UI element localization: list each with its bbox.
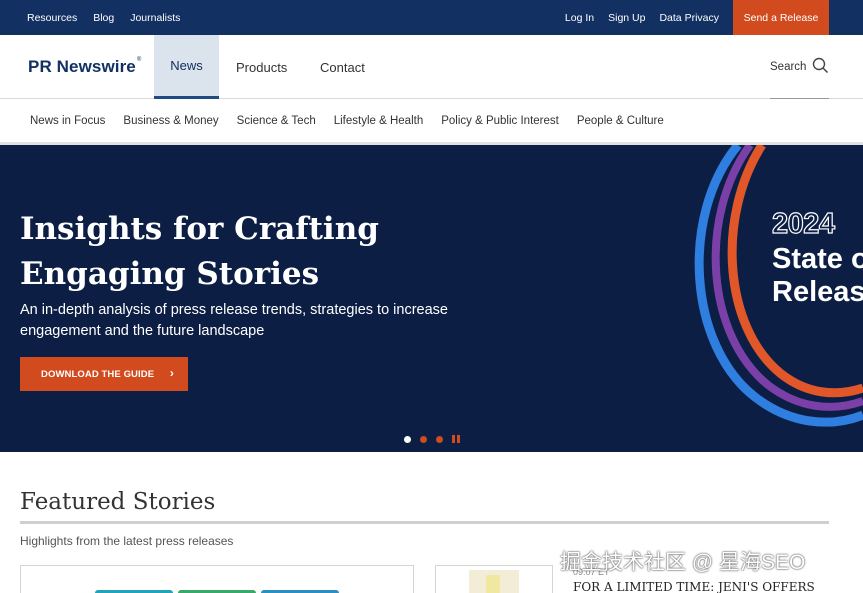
- send-release-button[interactable]: Send a Release: [733, 0, 829, 35]
- download-guide-button[interactable]: DOWNLOAD THE GUIDE ›: [20, 357, 188, 391]
- utility-right-links: Log In Sign Up Data Privacy Send a Relea…: [565, 0, 829, 35]
- featured-card-main[interactable]: [20, 565, 414, 593]
- carousel-dot-2[interactable]: [420, 435, 427, 443]
- search-button[interactable]: Search: [770, 35, 829, 99]
- log-in-link[interactable]: Log In: [565, 12, 594, 24]
- watermark-text: 掘金技术社区 @ 星海SEO: [560, 551, 806, 574]
- category-business-money[interactable]: Business & Money: [123, 115, 218, 127]
- featured-card-side[interactable]: [435, 565, 553, 593]
- category-science-tech[interactable]: Science & Tech: [237, 115, 316, 127]
- hero-subtitle: An in-depth analysis of press release tr…: [20, 302, 448, 339]
- hero-title: Insights for Crafting Engaging Stories: [20, 211, 379, 292]
- logo-text: PR Newswire: [28, 57, 136, 76]
- category-bar: News in Focus Business & Money Science &…: [0, 100, 863, 145]
- category-lifestyle-health[interactable]: Lifestyle & Health: [334, 115, 424, 127]
- carousel-dot-1[interactable]: [404, 435, 411, 443]
- category-people-culture[interactable]: People & Culture: [577, 115, 664, 127]
- featured-subtitle: Highlights from the latest press release…: [20, 534, 234, 548]
- search-icon: [812, 57, 829, 77]
- utility-bar: Resources Blog Journalists Log In Sign U…: [0, 0, 863, 35]
- tab-products[interactable]: Products: [236, 35, 287, 99]
- data-privacy-link[interactable]: Data Privacy: [659, 12, 719, 24]
- utility-left-links: Resources Blog Journalists: [27, 0, 180, 35]
- search-label: Search: [770, 60, 807, 73]
- graphic-title: State of Releases: [772, 243, 863, 309]
- graphic-title-line-2: Releases: [772, 276, 863, 308]
- logo-registered-mark: ®: [136, 57, 142, 63]
- tab-contact[interactable]: Contact: [320, 35, 365, 99]
- featured-divider: [20, 521, 829, 524]
- pause-icon[interactable]: [452, 435, 460, 443]
- story-thumbnail: [469, 570, 519, 593]
- resources-link[interactable]: Resources: [27, 12, 77, 24]
- chevron-right-icon: ›: [169, 366, 174, 380]
- download-guide-label: DOWNLOAD THE GUIDE: [41, 368, 155, 380]
- product-image: [486, 575, 500, 593]
- tab-news[interactable]: News: [154, 35, 219, 99]
- main-nav: PR Newswire® News Products Contact Searc…: [0, 35, 863, 99]
- hero-banner: Insights for Crafting Engaging Stories A…: [0, 145, 863, 452]
- sign-up-link[interactable]: Sign Up: [608, 12, 645, 24]
- graphic-title-line-1: State of: [772, 243, 863, 275]
- logo[interactable]: PR Newswire®: [28, 57, 141, 77]
- carousel-controls: [404, 435, 460, 443]
- category-policy-public-interest[interactable]: Policy & Public Interest: [441, 115, 559, 127]
- category-news-in-focus[interactable]: News in Focus: [30, 115, 105, 127]
- story-headline-link[interactable]: FOR A LIMITED TIME: JENI'S OFFERS: [573, 580, 815, 593]
- featured-title: Featured Stories: [20, 489, 216, 515]
- carousel-dot-3[interactable]: [436, 435, 443, 443]
- graphic-year: 2024: [771, 207, 835, 240]
- journalists-link[interactable]: Journalists: [130, 12, 180, 24]
- blog-link[interactable]: Blog: [93, 12, 114, 24]
